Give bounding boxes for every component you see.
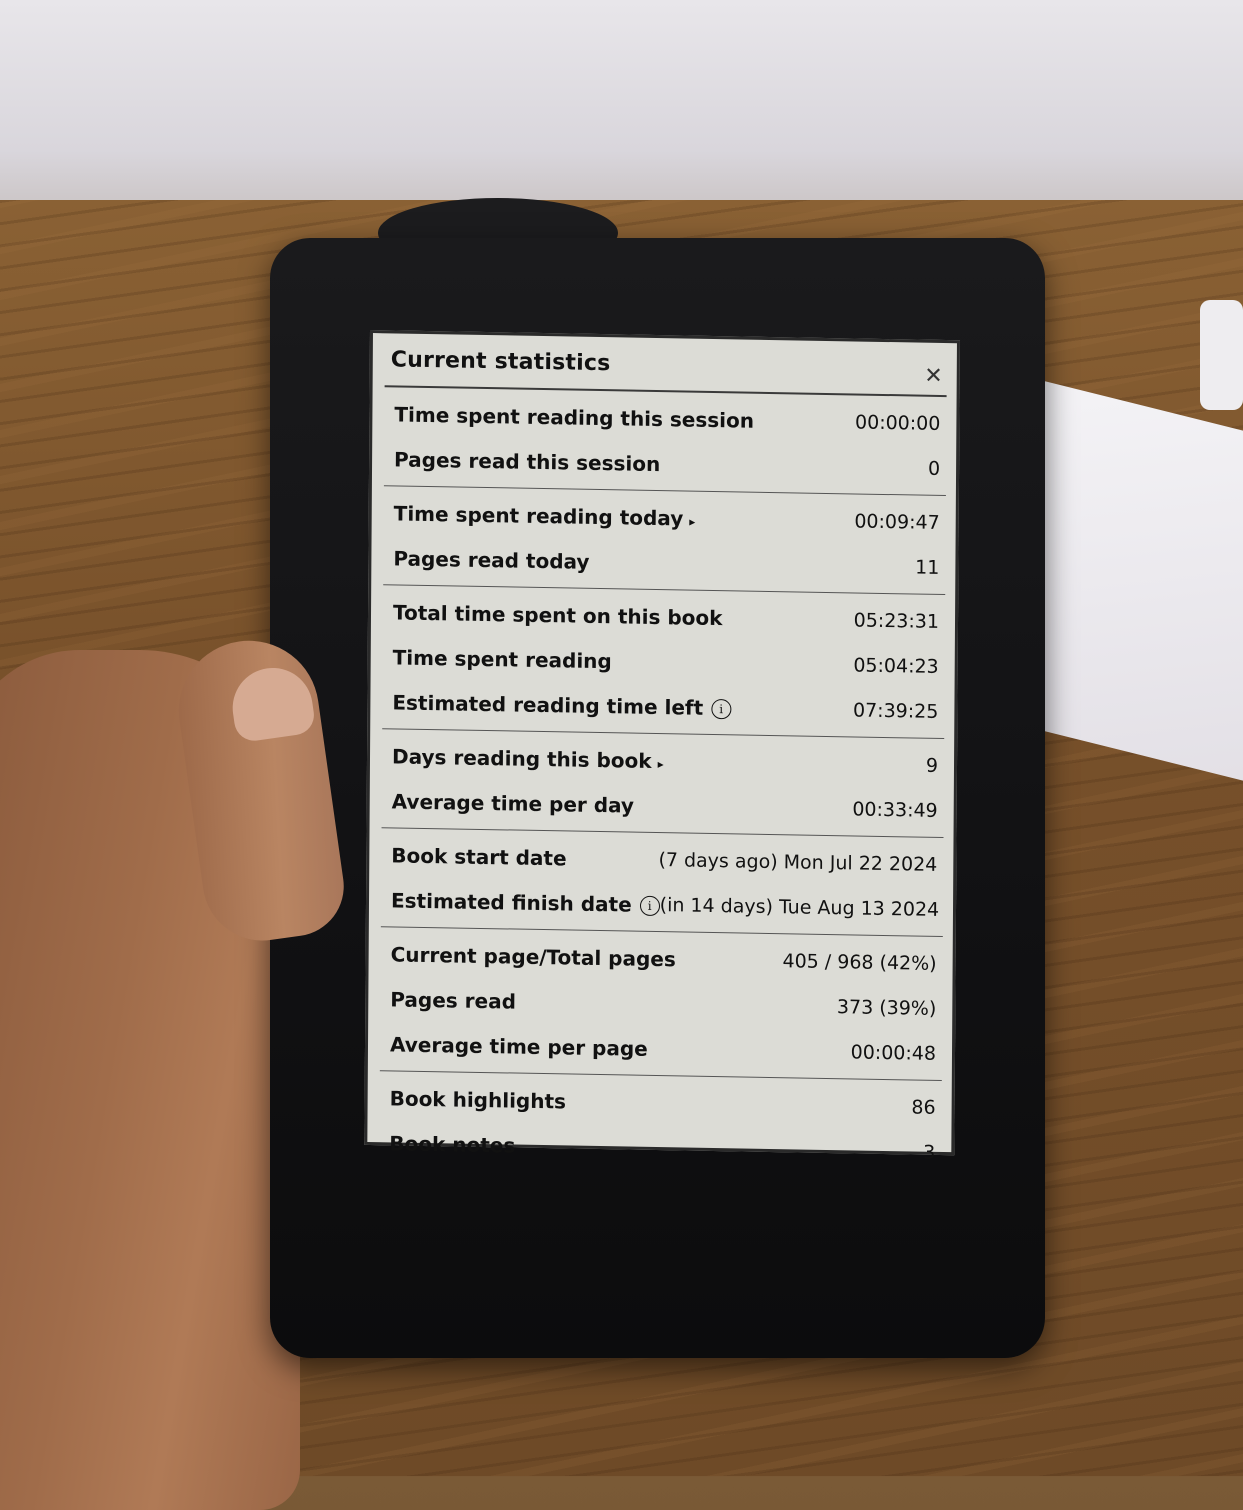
stats-row-label-text: Pages read this session (394, 446, 661, 476)
stats-group: Current page/Total pages 405 / 968 (42%) P… (379, 927, 943, 1081)
close-icon[interactable]: ✕ (924, 349, 943, 388)
stats-row-value: 00:09:47 (854, 509, 940, 534)
stats-row-label: Book highlights (390, 1086, 567, 1113)
info-icon[interactable]: i (639, 895, 660, 917)
stats-row: Average time per day 00:33:49 (382, 778, 944, 833)
stats-row-label: Estimated reading time left i (392, 689, 732, 720)
stats-row-label-text: Time spent reading this session (394, 401, 755, 433)
stats-row-label: Average time per page (390, 1032, 648, 1060)
info-icon[interactable]: i (711, 698, 732, 720)
stats-row-label-text: Time spent reading (392, 644, 612, 673)
stats-row: Pages read this session 0 (384, 436, 946, 491)
stats-row-value: 07:39:25 (852, 698, 939, 723)
background-wall (0, 0, 1243, 215)
stats-list: Time spent reading this session 00:00:00 P… (379, 387, 947, 1179)
stats-dialog: Current statistics ✕ Time spent reading … (364, 330, 960, 1163)
stats-row-label: Current page/Total pages (391, 942, 676, 971)
stats-row: Book notes 3 (379, 1120, 941, 1175)
stats-group: Book highlights 86 Book notes 3 (379, 1071, 942, 1179)
stats-row: Average time per page 00:00:48 (380, 1021, 942, 1076)
stats-row-label: Average time per day (392, 789, 634, 817)
stats-row-label: Time spent reading this session (394, 402, 754, 432)
stats-row-value: 11 (915, 556, 940, 579)
expand-arrow-icon[interactable]: ▸ (689, 514, 695, 528)
stats-row-label-text: Current page/Total pages (390, 941, 676, 971)
expand-arrow-icon[interactable]: ▸ (658, 757, 664, 771)
stats-row-label-text: Estimated finish date (390, 887, 632, 917)
stats-row: Pages read today 11 (383, 535, 945, 590)
stats-row-value: 86 (911, 1095, 936, 1119)
stats-row-label-text: Total time spent on this book (392, 599, 723, 630)
stats-row-label: Time spent reading (393, 645, 612, 673)
stats-row-label: Pages read (390, 987, 516, 1013)
stats-row-label-text: Average time per day (391, 788, 635, 818)
stats-row-value: 00:00:48 (850, 1040, 937, 1065)
stats-row-value: 3 (923, 1141, 936, 1164)
stats-row-label-text: Estimated reading time left (392, 689, 704, 720)
stats-row-label-text: Pages read today (393, 545, 590, 574)
stats-row-label: Pages read this session (394, 447, 660, 476)
stats-row-value: 05:04:23 (853, 653, 939, 678)
stats-row-label-text: Pages read (390, 986, 517, 1014)
stats-row-value: 405 / 968 (42%) (782, 949, 937, 975)
stats-row-value: 373 (39%) (836, 995, 937, 1020)
stats-row-label: Time spent reading today ▸ (394, 501, 696, 530)
stats-row: Estimated reading time left i 07:39:25 (382, 679, 944, 734)
stats-row-label-text: Book start date (391, 842, 567, 870)
stats-row-label-text: Book notes (389, 1130, 516, 1158)
stats-row-value: 00:00:00 (854, 410, 941, 435)
stats-row-label-text: Book highlights (389, 1085, 567, 1113)
stats-row-value: (in 14 days) Tue Aug 13 2024 (659, 893, 940, 921)
stats-row-label: Days reading this book ▸ (392, 744, 664, 773)
stats-group: Days reading this book ▸ 9 Average time per… (381, 729, 945, 839)
stats-row-label: Book start date (391, 843, 566, 870)
stats-row-value: 00:33:49 (852, 797, 938, 822)
stats-row-label-text: Average time per page (389, 1031, 648, 1061)
dialog-title: Current statistics (390, 346, 611, 376)
stats-row-label: Estimated finish date i (391, 888, 660, 917)
white-stand (1040, 380, 1243, 781)
white-stand-pole (1200, 300, 1243, 410)
stats-row-value: (7 days ago) Mon Jul 22 2024 (658, 848, 938, 876)
stats-row-label: Book notes (389, 1131, 515, 1157)
stats-row-value: 9 (925, 754, 939, 777)
stats-row-label: Pages read today (393, 546, 589, 573)
dialog-header: Current statistics ✕ (384, 333, 947, 398)
stats-row-label: Total time spent on this book (393, 600, 723, 630)
stats-group: Book start date (7 days ago) Mon Jul 22 2… (380, 828, 944, 938)
stats-row-value: 0 (927, 457, 941, 480)
stats-row: Estimated finish date i (in 14 days) Tue A… (381, 877, 943, 932)
stats-group: Time spent reading this session 00:00:00 P… (383, 387, 947, 497)
stats-group: Total time spent on this book 05:23:31 Tim… (382, 585, 946, 740)
stats-group: Time spent reading today ▸ 00:09:47 Pages r… (383, 486, 946, 596)
stats-row-value: 05:23:31 (853, 608, 940, 633)
stats-row-label-text: Time spent reading today (393, 500, 684, 530)
stats-row-label-text: Days reading this book (391, 743, 652, 773)
